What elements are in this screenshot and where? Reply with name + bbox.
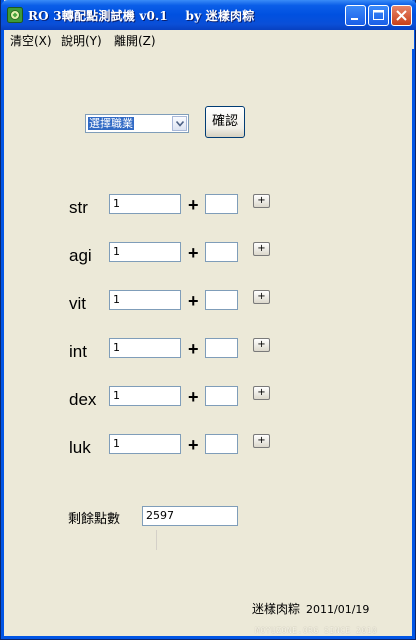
stat-value-field[interactable]: 1 [109,194,181,214]
stat-row-int: int 1 + + [1,338,416,364]
stat-add-field[interactable] [205,386,238,406]
job-select-value: 選擇職業 [88,117,134,130]
stat-value-field[interactable]: 1 [109,386,181,406]
plus-sign: + [188,435,199,455]
confirm-button[interactable]: 確認 [205,106,245,138]
stat-row-dex: dex 1 + + [1,386,416,412]
menu-help[interactable]: 說明(Y) [61,32,102,49]
stat-add-field[interactable] [205,338,238,358]
menu-exit[interactable]: 離開(Z) [114,32,156,49]
stat-add-button[interactable]: + [253,386,270,400]
plus-sign: + [188,195,199,215]
stat-add-field[interactable] [205,434,238,454]
stat-row-vit: vit 1 + + [1,290,416,316]
minimize-icon [351,18,358,20]
minimize-button[interactable] [345,5,366,26]
stat-label: dex [69,390,97,409]
stat-row-luk: luk 1 + + [1,434,416,460]
credit-date: 2011/01/19 [306,603,370,616]
stat-add-button[interactable]: + [253,242,270,256]
stat-label: str [69,198,88,217]
stat-row-agi: agi 1 + + [1,242,416,268]
dropdown-button[interactable] [172,116,187,131]
stat-add-button[interactable]: + [253,434,270,448]
stat-add-field[interactable] [205,194,238,214]
close-icon [396,10,407,21]
window-title: RO 3轉配點測試機 v0.1 by 迷樣肉粽 [28,9,255,23]
watermark: MOYUZONE.ORG SINCE 2010 [255,626,378,635]
maximize-icon [373,10,384,20]
stat-row-str: str 1 + + [1,194,416,220]
remaining-points-label: 剩餘點數 [68,512,121,527]
job-select[interactable]: 選擇職業 [85,114,189,133]
stat-value-field[interactable]: 1 [109,242,181,262]
plus-sign: + [188,243,199,263]
stat-value-field[interactable]: 1 [109,338,181,358]
stat-add-button[interactable]: + [253,194,270,208]
stat-add-button[interactable]: + [253,290,270,304]
plus-sign: + [188,339,199,359]
title-bar[interactable]: RO 3轉配點測試機 v0.1 by 迷樣肉粽 [1,0,416,30]
app-window: RO 3轉配點測試機 v0.1 by 迷樣肉粽 清空(X) 說明(Y) 離開(Z… [0,0,416,640]
stat-add-field[interactable] [205,290,238,310]
stat-value-field[interactable]: 1 [109,290,181,310]
maximize-button[interactable] [368,5,389,26]
close-button[interactable] [391,5,412,26]
stat-label: int [69,342,87,361]
stat-add-button[interactable]: + [253,338,270,352]
stat-label: agi [69,246,92,265]
divider [156,530,157,550]
stat-label: vit [69,294,86,313]
credit: 迷樣肉粽 2011/01/19 [252,600,369,617]
stat-label: luk [69,438,91,457]
chevron-down-icon [176,121,184,127]
menu-clear[interactable]: 清空(X) [10,32,52,49]
stat-value-field[interactable]: 1 [109,434,181,454]
stat-add-field[interactable] [205,242,238,262]
plus-sign: + [188,291,199,311]
remaining-points-field[interactable]: 2597 [142,506,238,526]
credit-author: 迷樣肉粽 [252,602,301,616]
app-logo-icon [7,7,23,23]
plus-sign: + [188,387,199,407]
menu-bar: 清空(X) 說明(Y) 離開(Z) [4,30,414,49]
